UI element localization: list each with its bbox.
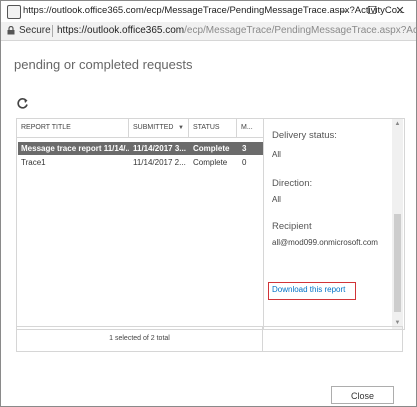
col-submitted[interactable]: SUBMITTED ▼ (129, 119, 189, 137)
secure-label: Secure (19, 25, 51, 36)
row-submitted: 11/14/2017 3... (133, 144, 186, 153)
row-count: 0 (242, 158, 247, 167)
maximize-button[interactable]: ☐ (363, 3, 381, 19)
direction-label: Direction: (272, 178, 313, 189)
page-icon (7, 5, 21, 19)
col-report-title[interactable]: REPORT TITLE (17, 119, 129, 137)
delivery-status-value: All (272, 150, 281, 159)
lock-icon (7, 26, 15, 35)
address-bar[interactable]: Secure https://outlook.office365.com/ecp… (1, 22, 416, 41)
col-status[interactable]: STATUS (189, 119, 237, 137)
direction-value: All (272, 195, 281, 204)
delivery-status-label: Delivery status: (272, 130, 337, 141)
sort-down-icon: ▼ (178, 125, 184, 131)
details-footer (263, 326, 403, 352)
recipient-value: all@mod099.onmicrosoft.com (272, 238, 378, 247)
row-title: Message trace report 11/14/... (21, 144, 129, 153)
title-bar: https://outlook.office365.com/ecp/Messag… (1, 1, 416, 22)
scroll-thumb[interactable] (394, 214, 401, 312)
recipient-label: Recipient (272, 221, 312, 232)
table-row[interactable]: Trace1 11/14/2017 2... Complete 0 (18, 156, 263, 169)
download-highlight: Download this report (268, 282, 356, 300)
url-text[interactable]: https://outlook.office365.com/ecp/Messag… (57, 25, 416, 36)
table-row[interactable]: Message trace report 11/14/... 11/14/201… (18, 142, 263, 155)
table-header: REPORT TITLE SUBMITTED ▼ STATUS M... (17, 119, 264, 138)
url-host: https://outlook.office365.com (57, 25, 185, 36)
close-window-button[interactable]: ✕ (391, 3, 409, 19)
url-path: /ecp/MessageTrace/PendingMessageTrace.as… (184, 25, 416, 36)
table-footer: 1 selected of 2 total (16, 326, 263, 352)
row-title: Trace1 (21, 158, 46, 167)
row-status: Complete (193, 158, 228, 167)
popup-window: https://outlook.office365.com/ecp/Messag… (0, 0, 417, 407)
download-report-link[interactable]: Download this report (272, 285, 345, 294)
refresh-icon[interactable] (16, 97, 29, 110)
close-button[interactable]: Close (331, 386, 394, 404)
row-status: Complete (193, 144, 230, 153)
row-submitted: 11/14/2017 2... (133, 158, 186, 167)
details-pane: Delivery status: All Direction: All Reci… (263, 118, 405, 330)
requests-table: REPORT TITLE SUBMITTED ▼ STATUS M... Mes… (16, 118, 264, 330)
minimize-button[interactable]: – (335, 3, 353, 19)
page-title: pending or completed requests (14, 57, 193, 72)
address-divider (52, 25, 53, 37)
col-submitted-label: SUBMITTED (133, 124, 174, 131)
row-count: 3 (242, 144, 247, 153)
col-messages[interactable]: M... (237, 119, 264, 137)
details-scrollbar[interactable]: ▲ ▼ (392, 119, 403, 329)
scroll-up-icon[interactable]: ▲ (394, 120, 401, 128)
